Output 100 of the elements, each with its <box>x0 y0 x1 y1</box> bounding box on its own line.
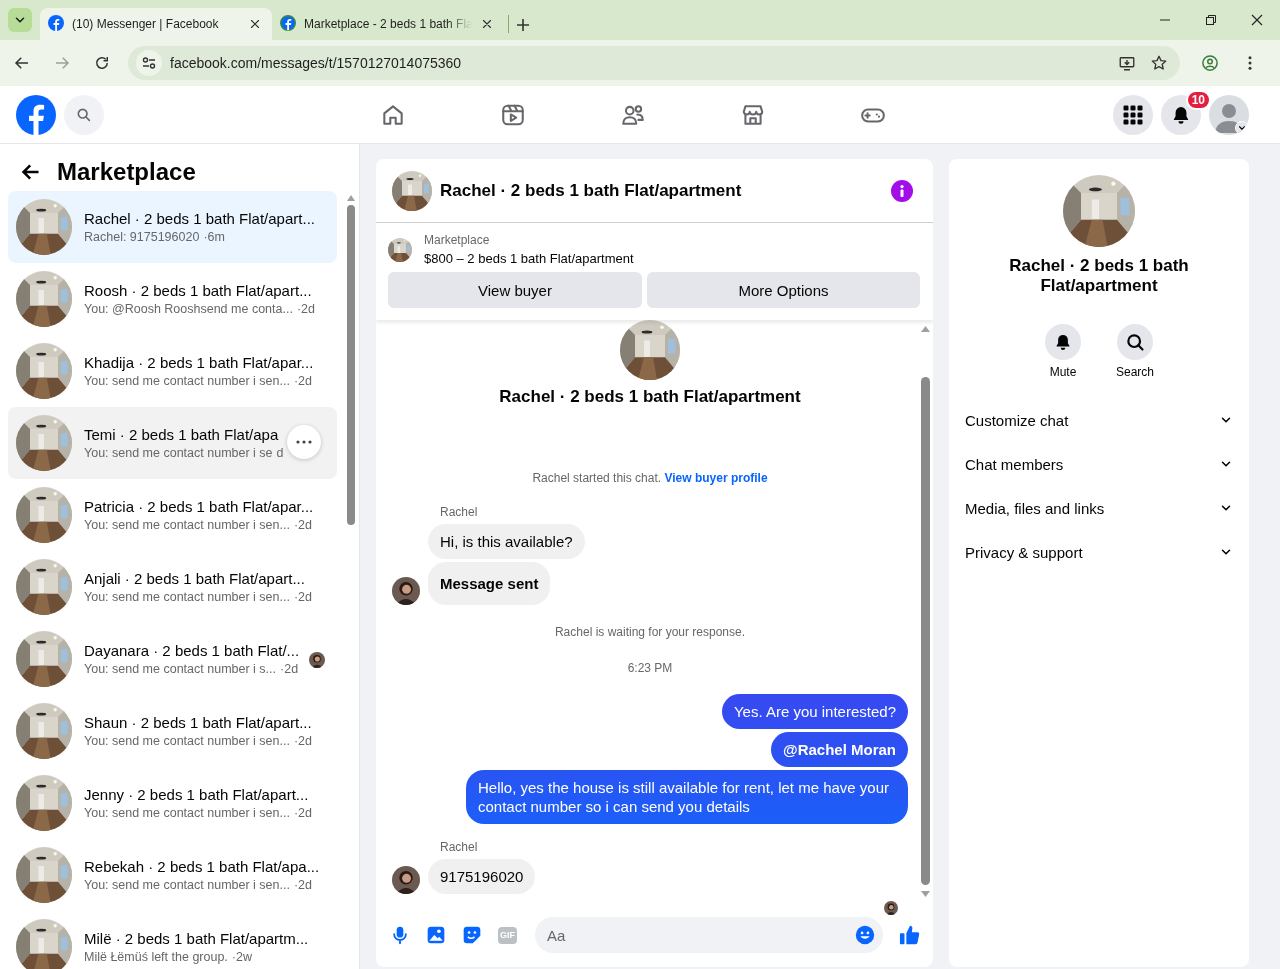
apps-menu-button[interactable] <box>1113 94 1153 135</box>
scroll-up-icon[interactable] <box>347 195 355 201</box>
microphone-icon[interactable] <box>390 925 410 945</box>
message-bubble: Yes. Are you interested? <box>721 694 908 729</box>
conversation-item[interactable]: Anjali · 2 beds 1 bath Flat/apart... You: send me contact number i sen... ·2d <box>8 551 337 623</box>
grid-icon <box>1123 104 1143 125</box>
message-bubble: Hello, yes the house is still available for rent, let me have your contact number so i can send you details <box>466 770 908 824</box>
conversation-name: Jenny · 2 beds 1 bath Flat/apart... <box>84 786 309 803</box>
new-tab-icon[interactable] <box>515 17 531 33</box>
conversation-name: Milë · 2 beds 1 bath Flat/apartm... <box>84 930 309 947</box>
conversation-preview: You: send me contact number i sen... <box>84 878 290 892</box>
conversation-item[interactable]: Milë · 2 beds 1 bath Flat/apartm... Milë Łëmüś left the group. ·2w <box>8 911 337 969</box>
message-bubble: Hi, is this available? <box>428 524 585 559</box>
sticker-icon[interactable] <box>462 925 482 945</box>
action-label: Mute <box>1049 364 1077 380</box>
conversation-time: ·2d <box>293 806 312 820</box>
bell-icon <box>1171 104 1191 125</box>
message-bubble: Message sent <box>428 562 551 605</box>
browser-tab[interactable]: (10) Messenger | Facebook <box>40 8 272 40</box>
user-avatar <box>884 900 898 915</box>
conversation-name: Rebekah · 2 beds 1 bath Flat/apa... <box>84 858 320 875</box>
conversation-title: Rachel · 2 beds 1 bath Flat/apartment <box>499 387 801 407</box>
action-label: Search <box>1116 364 1154 380</box>
listing-title: $800 – 2 beds 1 bath Flat/apartment <box>424 251 634 266</box>
system-message: Rachel started this chat. View buyer profile <box>532 471 768 485</box>
conversation-time: ·2d <box>280 662 299 676</box>
conversation-preview: You: send me contact number i sen... <box>84 806 290 820</box>
conversation-time: ·2d <box>296 302 315 316</box>
address-bar[interactable]: facebook.com/messages/t/1570127014075360 <box>128 46 1180 80</box>
conversation-time: ·2d <box>293 878 312 892</box>
scroll-up-icon[interactable] <box>920 326 930 332</box>
conversation-item[interactable]: Khadija · 2 beds 1 bath Flat/apar... You: send me contact number i sen... ·2d <box>8 335 337 407</box>
system-message: Rachel is waiting for your response. <box>554 625 746 639</box>
action-button[interactable]: More Options <box>647 272 920 308</box>
chat-title: Rachel · 2 beds 1 bath Flat/apartment <box>440 180 743 201</box>
notification-badge: 10 <box>1185 89 1211 110</box>
conversation-preview: You: send me contact number i sen... <box>84 518 290 532</box>
conversation-name: Roosh · 2 beds 1 bath Flat/apart... <box>84 282 312 299</box>
conversation-name: Khadija · 2 beds 1 bath Flat/apar... <box>84 354 314 371</box>
conversation-preview: Rachel: 9175196020 <box>84 230 200 244</box>
more-icon <box>296 440 312 444</box>
bell-icon <box>1054 333 1072 351</box>
conversation-preview: You: @Roosh Rooshsend me conta... <box>84 302 293 316</box>
search-button[interactable] <box>1117 324 1153 360</box>
install-icon[interactable] <box>1118 54 1136 72</box>
message-bubble: @Rachel Moran <box>771 732 908 767</box>
conversation-preview: You: send me contact number i sen... <box>84 734 290 748</box>
close-icon[interactable] <box>480 17 494 31</box>
listing-label: Marketplace <box>424 233 491 247</box>
conversation-name: Anjali · 2 beds 1 bath Flat/apart... <box>84 570 305 587</box>
image-icon[interactable] <box>426 925 446 945</box>
conversation-item[interactable]: Dayanara · 2 beds 1 bath Flat/... You: send me contact number i s... ·2d <box>8 623 337 695</box>
info-icon[interactable] <box>891 179 913 202</box>
message-input[interactable]: Aa <box>535 917 883 953</box>
sidebar-title: Marketplace <box>57 157 196 186</box>
search-icon <box>76 106 92 123</box>
like-icon[interactable] <box>899 924 921 946</box>
scroll-down-icon[interactable] <box>920 891 930 897</box>
conversation-time: d <box>276 446 284 460</box>
conversation-name: Shaun · 2 beds 1 bath Flat/apart... <box>84 714 312 731</box>
message-bubble: 9175196020 <box>428 859 536 894</box>
view-buyer-profile-link[interactable]: View buyer profile <box>664 471 768 485</box>
conversation-name: Dayanara · 2 beds 1 bath Flat/... <box>84 642 300 659</box>
emoji-icon[interactable] <box>855 925 875 945</box>
conversation-preview: You: send me contact number i s... <box>84 662 276 676</box>
conversation-preview: You: send me contact number i sen... <box>84 374 290 388</box>
account-button[interactable] <box>1209 94 1249 135</box>
star-icon[interactable] <box>1150 54 1168 72</box>
conversation-item[interactable]: Shaun · 2 beds 1 bath Flat/apart... You: send me contact number i sen... ·2d <box>8 695 337 767</box>
conversation-item[interactable]: Patricia · 2 beds 1 bath Flat/apar... You: send me contact number i sen... ·2d <box>8 479 337 551</box>
section-header[interactable]: Chat members <box>949 442 1249 486</box>
conversation-preview: Milë Łëmüś left the group. <box>84 950 228 964</box>
conversation-time: ·2d <box>293 590 312 604</box>
search-icon <box>1125 332 1145 352</box>
tab-search-button[interactable] <box>8 8 32 32</box>
mute-button[interactable] <box>1045 324 1081 360</box>
conversation-time: ·2w <box>231 950 252 964</box>
conversation-item[interactable]: Jenny · 2 beds 1 bath Flat/apart... You: send me contact number i sen... ·2d <box>8 767 337 839</box>
section-header[interactable]: Privacy & support <box>949 530 1249 574</box>
conversation-time: ·2d <box>293 374 312 388</box>
conversation-item[interactable]: Roosh · 2 beds 1 bath Flat/apart... You: @Roosh Rooshsend me conta... ·2d <box>8 263 337 335</box>
conversation-name: Temi · 2 beds 1 bath Flat/apa <box>84 426 279 443</box>
favicon-icon <box>48 14 64 34</box>
section-header[interactable]: Media, files and links <box>949 486 1249 530</box>
conversation-item[interactable]: Rebekah · 2 beds 1 bath Flat/apa... You: send me contact number i sen... ·2d <box>8 839 337 911</box>
site-settings-icon[interactable] <box>136 50 162 76</box>
conversation-title: Rachel · 2 beds 1 bath Flat/apartment <box>1008 256 1190 296</box>
conversation-time: ·6m <box>203 230 225 244</box>
close-icon[interactable] <box>248 17 262 31</box>
logo-icon[interactable] <box>16 94 56 135</box>
conversation-preview: You: send me contact number i se <box>84 446 273 460</box>
conversation-item[interactable]: Temi · 2 beds 1 bath Flat/apa You: send me contact number i se d <box>8 407 337 479</box>
conversation-name: Rachel · 2 beds 1 bath Flat/apart... <box>84 210 315 227</box>
timestamp: 6:23 PM <box>627 661 673 675</box>
sender-name: Rachel <box>440 840 479 854</box>
action-button[interactable]: View buyer <box>388 272 642 308</box>
conversation-item[interactable]: Rachel · 2 beds 1 bath Flat/apart... Rachel: 9175196020 ·6m <box>8 191 337 263</box>
conversation-time: ·2d <box>293 734 312 748</box>
conversation-time: ·2d <box>293 518 312 532</box>
section-header[interactable]: Customize chat <box>949 398 1249 442</box>
